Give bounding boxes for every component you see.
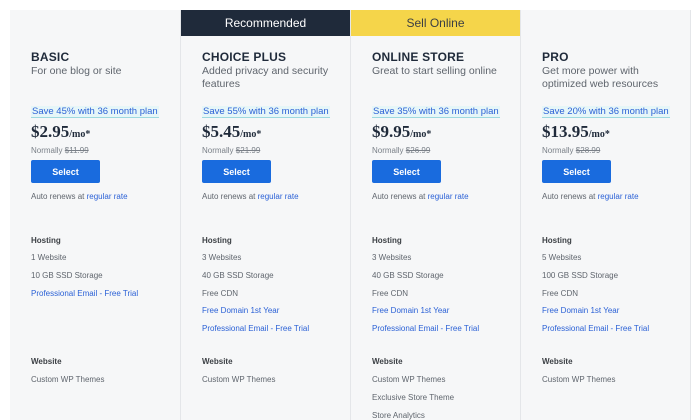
feature-link[interactable]: Free Domain 1st Year xyxy=(372,306,449,315)
savings-badge: Save 20% with 36 month plan xyxy=(542,106,670,118)
normal-price: Normally $21.99 xyxy=(202,146,260,155)
select-button[interactable]: Select xyxy=(202,160,271,183)
plan-name: BASIC xyxy=(31,50,70,64)
feature-item: 40 GB SSD Storage xyxy=(202,271,274,280)
select-button[interactable]: Select xyxy=(372,160,441,183)
sell-online-banner: Sell Online xyxy=(351,10,520,36)
website-section-title: Website xyxy=(202,357,233,366)
feature-item: 5 Websites xyxy=(542,253,582,262)
feature-item: Custom WP Themes xyxy=(202,375,276,384)
price: $5.45/mo* xyxy=(202,122,261,142)
feature-item: 1 Website xyxy=(31,253,67,262)
website-section-title: Website xyxy=(31,357,62,366)
feature-item: Free CDN xyxy=(542,289,579,298)
savings-badge: Save 35% with 36 month plan xyxy=(372,106,500,118)
price-amount: $5.45 xyxy=(202,122,241,141)
normal-price-label: Normally xyxy=(31,146,63,155)
price-amount: $2.95 xyxy=(31,122,70,141)
price: $9.95/mo* xyxy=(372,122,431,142)
feature-item: 100 GB SSD Storage xyxy=(542,271,619,280)
auto-renew-text: Auto renews at xyxy=(542,192,596,201)
plan-card-online-store: Sell Online ONLINE STORE Great to start … xyxy=(350,10,520,420)
recommended-banner: Recommended xyxy=(181,10,350,36)
feature-item: 40 GB SSD Storage xyxy=(372,271,444,280)
savings-badge: Save 45% with 36 month plan xyxy=(31,106,159,118)
feature-item: 3 Websites xyxy=(202,253,242,262)
normal-price-value: $21.99 xyxy=(235,146,261,155)
feature-link[interactable]: Professional Email - Free Trial xyxy=(202,324,309,333)
price-period: /mo* xyxy=(588,129,610,140)
feature-item: Exclusive Store Theme xyxy=(372,393,455,402)
plan-name: CHOICE PLUS xyxy=(202,50,287,64)
feature-item: Store Analytics xyxy=(372,411,425,420)
plan-card-pro: PRO Get more power with optimized web re… xyxy=(520,10,691,420)
plan-name: ONLINE STORE xyxy=(372,50,465,64)
normal-price-value: $28.99 xyxy=(575,146,601,155)
select-button[interactable]: Select xyxy=(542,160,611,183)
plan-description: For one blog or site xyxy=(31,65,122,77)
feature-item: Custom WP Themes xyxy=(372,375,446,384)
plan-card-choice-plus: Recommended CHOICE PLUS Added privacy an… xyxy=(180,10,350,420)
normal-price-value: $11.99 xyxy=(64,146,89,155)
plan-card-basic: BASIC For one blog or site Save 45% with… xyxy=(10,10,180,420)
select-button[interactable]: Select xyxy=(31,160,100,183)
hosting-section-title: Hosting xyxy=(372,236,402,245)
plan-description: Get more power with optimized web resour… xyxy=(542,65,659,90)
normal-price: Normally $26.99 xyxy=(372,146,430,155)
auto-renew-note: Auto renews at regular rate xyxy=(372,192,469,201)
feature-link[interactable]: Professional Email - Free Trial xyxy=(372,324,479,333)
plan-description: Great to start selling online xyxy=(372,65,497,77)
regular-rate-link[interactable]: regular rate xyxy=(258,192,299,201)
hosting-section-title: Hosting xyxy=(31,236,61,245)
feature-item: Custom WP Themes xyxy=(542,375,616,384)
price: $2.95/mo* xyxy=(31,122,90,142)
plan-name: PRO xyxy=(542,50,569,64)
normal-price-label: Normally xyxy=(202,146,234,155)
feature-item: Custom WP Themes xyxy=(31,375,105,384)
feature-item: 3 Websites xyxy=(372,253,412,262)
feature-link[interactable]: Professional Email - Free Trial xyxy=(31,289,138,298)
auto-renew-note: Auto renews at regular rate xyxy=(202,192,299,201)
regular-rate-link[interactable]: regular rate xyxy=(428,192,469,201)
auto-renew-text: Auto renews at xyxy=(31,192,85,201)
pricing-page: BASIC For one blog or site Save 45% with… xyxy=(0,0,700,420)
price: $13.95/mo* xyxy=(542,122,610,142)
price-period: /mo* xyxy=(240,129,262,140)
normal-price-label: Normally xyxy=(542,146,574,155)
hosting-section-title: Hosting xyxy=(202,236,232,245)
normal-price: Normally $28.99 xyxy=(542,146,600,155)
price-period: /mo* xyxy=(410,129,432,140)
auto-renew-text: Auto renews at xyxy=(202,192,256,201)
normal-price-label: Normally xyxy=(372,146,404,155)
feature-item: 10 GB SSD Storage xyxy=(31,271,103,280)
price-amount: $13.95 xyxy=(542,122,589,141)
feature-link[interactable]: Free Domain 1st Year xyxy=(202,306,279,315)
plan-description: Added privacy and security features xyxy=(202,65,329,90)
normal-price-value: $26.99 xyxy=(405,146,431,155)
regular-rate-link[interactable]: regular rate xyxy=(598,192,639,201)
regular-rate-link[interactable]: regular rate xyxy=(87,192,128,201)
feature-link[interactable]: Professional Email - Free Trial xyxy=(542,324,649,333)
website-section-title: Website xyxy=(542,357,573,366)
price-period: /mo* xyxy=(69,129,91,140)
hosting-section-title: Hosting xyxy=(542,236,572,245)
feature-item: Free CDN xyxy=(202,289,239,298)
auto-renew-text: Auto renews at xyxy=(372,192,426,201)
website-section-title: Website xyxy=(372,357,403,366)
auto-renew-note: Auto renews at regular rate xyxy=(542,192,639,201)
auto-renew-note: Auto renews at regular rate xyxy=(31,192,128,201)
normal-price: Normally $11.99 xyxy=(31,146,89,155)
savings-badge: Save 55% with 36 month plan xyxy=(202,106,330,118)
pricing-columns: BASIC For one blog or site Save 45% with… xyxy=(10,10,691,420)
feature-link[interactable]: Free Domain 1st Year xyxy=(542,306,619,315)
feature-item: Free CDN xyxy=(372,289,409,298)
price-amount: $9.95 xyxy=(372,122,411,141)
